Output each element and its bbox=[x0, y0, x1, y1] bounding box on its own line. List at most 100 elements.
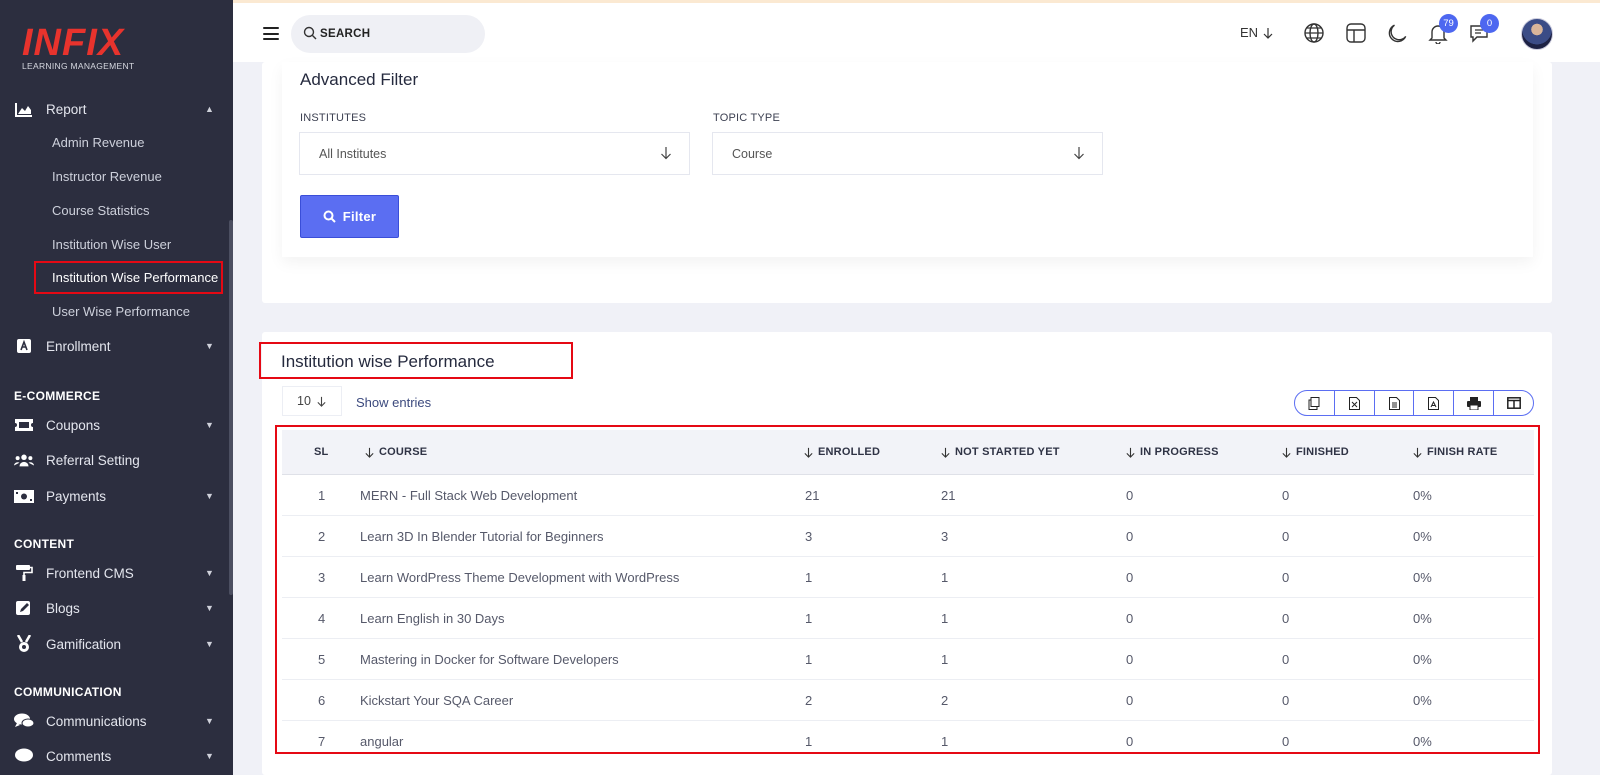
search-icon bbox=[323, 210, 336, 223]
caret-down-icon: ▼ bbox=[205, 420, 214, 430]
sidebar-item-referral-setting[interactable]: Referral Setting bbox=[0, 445, 229, 475]
caret-down-icon: ▼ bbox=[205, 639, 214, 649]
section-heading-ecommerce: E-COMMERCE bbox=[14, 389, 101, 403]
bell-icon[interactable]: 79 bbox=[1427, 14, 1458, 46]
comments-icon bbox=[14, 711, 34, 731]
ticket-icon bbox=[14, 415, 34, 435]
sidebar-item-label: Communications bbox=[46, 713, 147, 729]
columns-icon bbox=[1506, 397, 1521, 409]
print-icon bbox=[1466, 396, 1481, 410]
message-badge: 0 bbox=[1480, 14, 1499, 33]
sidebar-item-communications[interactable]: Communications ▼ bbox=[0, 706, 229, 736]
topbar: EN 79 0 bbox=[233, 0, 1600, 62]
institutes-label: INSTITUTES bbox=[300, 112, 367, 124]
print-button[interactable] bbox=[1454, 391, 1495, 415]
institutes-select[interactable]: All Institutes bbox=[299, 132, 690, 175]
export-button-group bbox=[1294, 390, 1534, 416]
message-icon[interactable]: 0 bbox=[1468, 14, 1499, 46]
sidebar-item-gamification[interactable]: Gamification ▼ bbox=[0, 629, 229, 659]
sidebar-item-comments[interactable]: Comments ▼ bbox=[0, 741, 229, 771]
sidebar-item-coupons[interactable]: Coupons ▼ bbox=[0, 410, 229, 440]
paint-roller-icon bbox=[14, 563, 34, 583]
logo-subtitle: LEARNING MANAGEMENT bbox=[22, 61, 135, 71]
arrow-down-icon bbox=[661, 147, 671, 160]
hamburger-menu-icon[interactable] bbox=[263, 27, 279, 40]
arrow-down-icon bbox=[1263, 27, 1273, 39]
sidebar-item-label: Comments bbox=[46, 748, 112, 764]
excel-button[interactable] bbox=[1335, 391, 1375, 415]
highlight-box-title bbox=[259, 342, 573, 379]
sidebar-subitem-instructor-revenue[interactable]: Instructor Revenue bbox=[52, 167, 162, 187]
file-pdf-icon bbox=[1428, 396, 1440, 410]
comment-icon bbox=[14, 746, 34, 766]
sidebar-subitem-admin-revenue[interactable]: Admin Revenue bbox=[52, 133, 145, 153]
sidebar-subitem-institution-wise-user[interactable]: Institution Wise User bbox=[52, 235, 171, 255]
copy-button[interactable] bbox=[1295, 391, 1335, 415]
sidebar-item-label: Frontend CMS bbox=[46, 565, 134, 581]
users-icon bbox=[14, 450, 34, 470]
pdf-button[interactable] bbox=[1414, 391, 1455, 415]
search-icon bbox=[303, 26, 317, 45]
language-selector[interactable]: EN bbox=[1240, 25, 1274, 40]
sidebar-item-label: Gamification bbox=[46, 636, 122, 652]
sidebar-item-label: Enrollment bbox=[46, 338, 111, 354]
topic-type-label: TOPIC TYPE bbox=[713, 112, 781, 124]
search-input[interactable] bbox=[320, 15, 470, 53]
csv-button[interactable] bbox=[1375, 391, 1415, 415]
infix-logo[interactable]: INFIX LEARNING MANAGEMENT bbox=[22, 24, 134, 71]
caret-down-icon: ▼ bbox=[205, 716, 214, 726]
caret-down-icon: ▼ bbox=[205, 751, 214, 761]
file-csv-icon bbox=[1388, 396, 1400, 410]
user-avatar[interactable] bbox=[1521, 18, 1553, 50]
chart-area-icon bbox=[14, 99, 34, 119]
advanced-filter-title: Advanced Filter bbox=[300, 70, 419, 89]
sidebar-item-label: Referral Setting bbox=[46, 452, 140, 468]
caret-down-icon: ▼ bbox=[205, 568, 214, 578]
caret-down-icon: ▼ bbox=[205, 491, 214, 501]
file-excel-icon bbox=[1348, 396, 1360, 410]
sidebar-item-label: Report bbox=[46, 101, 87, 117]
language-label: EN bbox=[1240, 25, 1259, 40]
highlight-box-table bbox=[275, 425, 1540, 754]
topic-type-selected-value: Course bbox=[732, 146, 773, 161]
highlight-box-sidebar bbox=[34, 261, 223, 294]
topic-type-select[interactable]: Course bbox=[712, 132, 1103, 175]
column-visibility-button[interactable] bbox=[1494, 391, 1533, 415]
copy-icon bbox=[1308, 396, 1320, 410]
entries-value: 10 bbox=[297, 394, 311, 408]
sidebar-subitem-course-statistics[interactable]: Course Statistics bbox=[52, 201, 150, 221]
institutes-selected-value: All Institutes bbox=[319, 146, 387, 161]
medal-icon bbox=[14, 634, 34, 654]
edit-icon bbox=[14, 598, 34, 618]
logo-text: INFIX bbox=[22, 22, 125, 64]
sidebar-item-label: Blogs bbox=[46, 600, 80, 616]
search-bar[interactable] bbox=[291, 15, 485, 53]
entries-select[interactable]: 10 bbox=[282, 386, 342, 416]
arrow-down-icon bbox=[317, 396, 326, 407]
sidebar-item-report[interactable]: Report ▲ bbox=[0, 94, 229, 124]
globe-icon[interactable] bbox=[1303, 22, 1327, 46]
arrow-down-icon bbox=[1074, 147, 1084, 160]
caret-up-icon: ▲ bbox=[205, 104, 214, 114]
sidebar: INFIX LEARNING MANAGEMENT Report ▲ Admin… bbox=[0, 0, 233, 775]
sidebar-item-blogs[interactable]: Blogs ▼ bbox=[0, 593, 229, 623]
enrollment-icon bbox=[14, 336, 34, 356]
show-entries-label: Show entries bbox=[356, 395, 432, 410]
caret-down-icon: ▼ bbox=[205, 341, 214, 351]
filter-button-label: Filter bbox=[342, 209, 377, 224]
notification-badge: 79 bbox=[1439, 14, 1458, 33]
sidebar-item-frontend-cms[interactable]: Frontend CMS ▼ bbox=[0, 558, 229, 588]
sidebar-item-payments[interactable]: Payments ▼ bbox=[0, 481, 229, 511]
sidebar-item-label: Payments bbox=[46, 488, 107, 504]
sidebar-item-label: Coupons bbox=[46, 417, 101, 433]
caret-down-icon: ▼ bbox=[205, 603, 214, 613]
sidebar-scrollbar[interactable] bbox=[229, 220, 233, 595]
layout-icon[interactable] bbox=[1345, 22, 1369, 46]
section-heading-content: CONTENT bbox=[14, 537, 75, 551]
money-bill-icon bbox=[14, 486, 34, 506]
filter-button[interactable]: Filter bbox=[300, 195, 399, 238]
sidebar-subitem-user-wise-performance[interactable]: User Wise Performance bbox=[52, 302, 190, 322]
moon-icon[interactable] bbox=[1386, 22, 1410, 46]
sidebar-item-enrollment[interactable]: Enrollment ▼ bbox=[0, 331, 229, 361]
section-heading-communication: COMMUNICATION bbox=[14, 685, 122, 699]
